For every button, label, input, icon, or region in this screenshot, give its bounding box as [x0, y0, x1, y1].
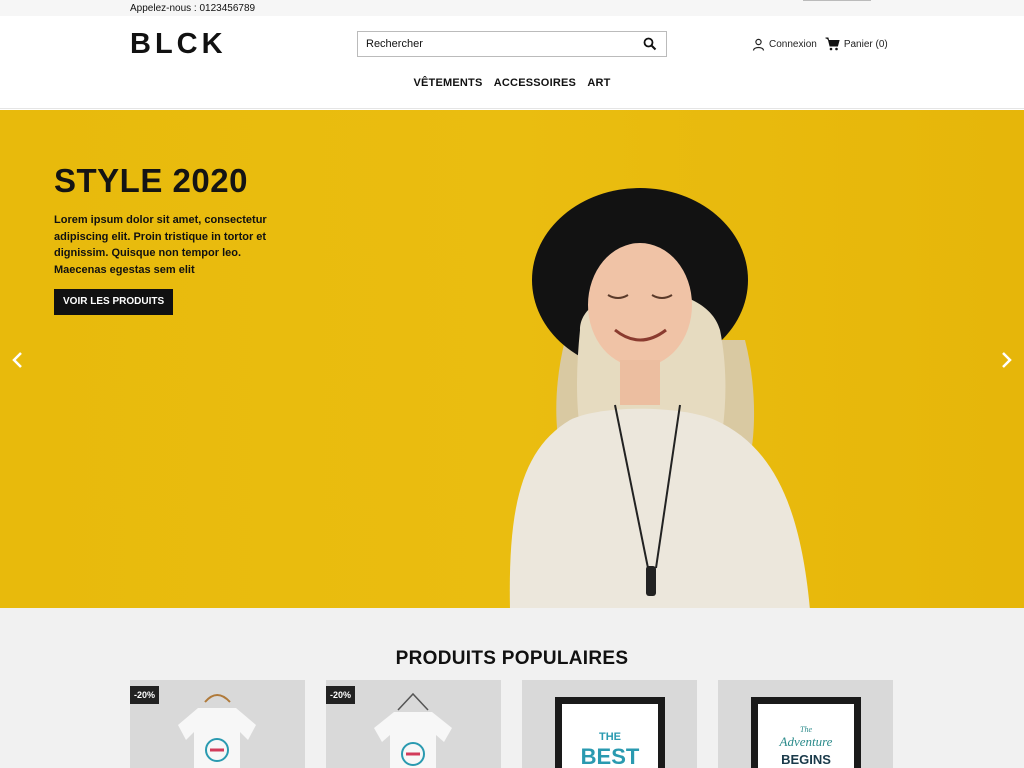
chevron-right-icon[interactable]	[998, 350, 1014, 370]
search-icon[interactable]	[643, 37, 657, 51]
cart-label: Panier (0)	[843, 38, 888, 50]
main-nav: VÊTEMENTS ACCESSOIRES ART	[0, 77, 1024, 89]
product-card[interactable]: The Adventure BEGINS	[718, 680, 893, 768]
discount-badge: -20%	[326, 686, 356, 704]
poster-text-line: Adventure	[779, 734, 833, 749]
search-box	[357, 31, 667, 57]
search-input[interactable]	[358, 32, 628, 56]
poster-text-line: BEST	[581, 744, 640, 768]
hero-slider: STYLE 2020 Lorem ipsum dolor sit amet, c…	[0, 110, 1024, 608]
hero-model-image	[509, 188, 810, 608]
nav-item-vetements[interactable]: VÊTEMENTS	[413, 77, 482, 89]
discount-badge: -20%	[130, 686, 160, 704]
login-link[interactable]: Connexion	[769, 39, 817, 50]
account-area: Connexion Panier (0)	[752, 37, 888, 51]
poster-product-image: THE BEST	[555, 697, 665, 768]
hero-title: STYLE 2020	[54, 162, 248, 199]
view-products-button[interactable]: VOIR LES PRODUITS	[54, 289, 174, 315]
nav-item-accessoires[interactable]: ACCESSOIRES	[494, 77, 576, 89]
poster-text-line: BEGINS	[781, 752, 831, 767]
contact-phone: Appelez-nous : 0123456789	[130, 3, 256, 14]
nav-item-art[interactable]: ART	[587, 77, 610, 89]
site-header: BLCK Connexion Panier (0) VÊTEMENTS ACCE…	[0, 16, 1024, 109]
popular-products-section: PRODUITS POPULAIRES -20% -20% THE BEST T…	[0, 608, 1024, 768]
cart-link[interactable]: Panier (0)	[825, 37, 888, 51]
poster-product-image: The Adventure BEGINS	[751, 697, 861, 768]
top-bar: Appelez-nous : 0123456789	[0, 0, 1024, 16]
cart-icon	[825, 37, 840, 51]
product-card[interactable]: -20%	[326, 680, 501, 768]
topbar-divider	[803, 0, 871, 1]
chevron-left-icon[interactable]	[10, 350, 26, 370]
product-card[interactable]: THE BEST	[522, 680, 697, 768]
poster-text-line: THE	[599, 731, 621, 743]
section-title: PRODUITS POPULAIRES	[395, 648, 629, 669]
hero-description: Lorem ipsum dolor sit amet, consectetur …	[54, 214, 267, 276]
product-card[interactable]: -20%	[130, 680, 305, 768]
user-icon	[752, 38, 765, 51]
poster-text-line: The	[800, 725, 812, 734]
site-logo[interactable]: BLCK	[130, 28, 227, 61]
